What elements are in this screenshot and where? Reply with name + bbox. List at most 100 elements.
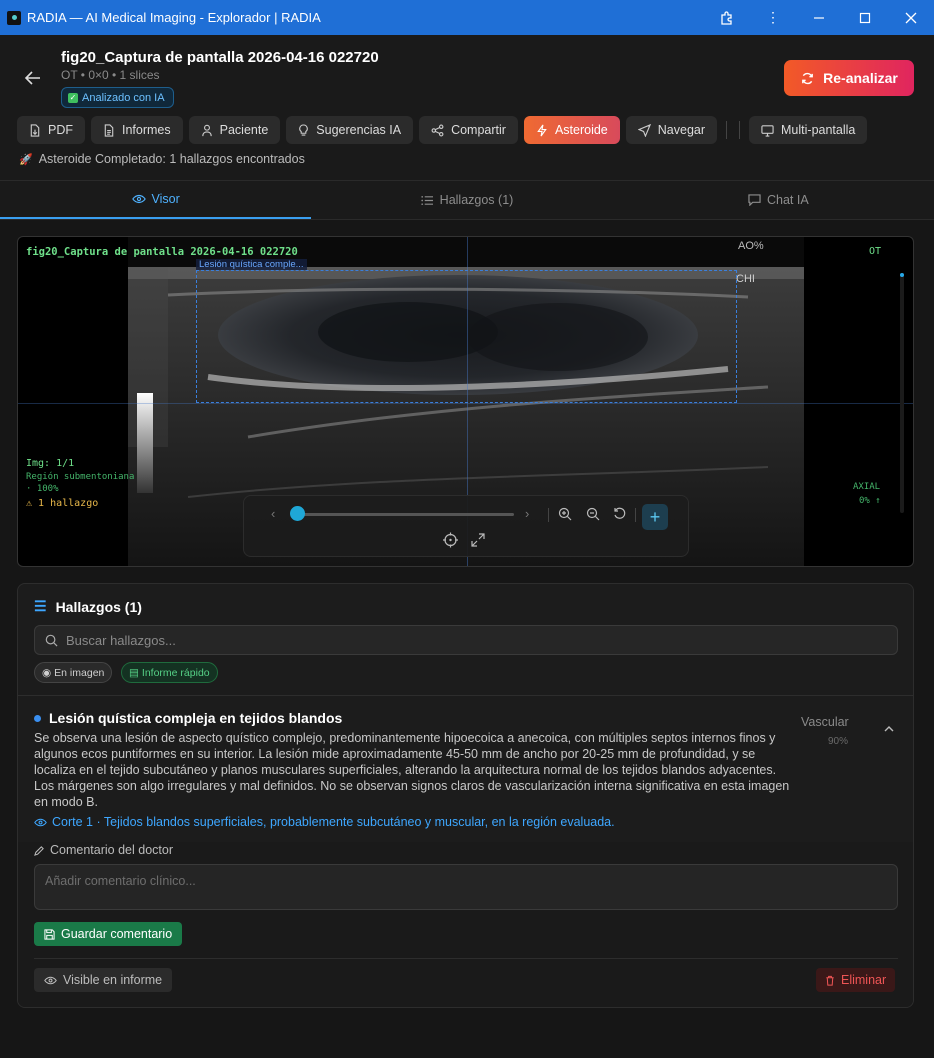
chat-icon <box>748 194 761 206</box>
window-title: RADIA — AI Medical Imaging - Explorador … <box>27 10 321 25</box>
save-comment-button[interactable]: Guardar comentario <box>34 922 183 946</box>
chevron-right-icon[interactable]: › <box>525 502 529 526</box>
crosshair-horizontal <box>18 403 913 404</box>
chip-quick-report[interactable]: ▤ Informe rápido <box>121 662 218 683</box>
finding-location-link[interactable]: Corte 1 · Tejidos blandos superficiales,… <box>34 815 615 829</box>
overlay-zoom: · 100% <box>26 484 59 494</box>
pencil-icon <box>34 845 44 856</box>
patient-button[interactable]: Paciente <box>188 116 281 144</box>
save-icon <box>44 928 55 940</box>
chevron-up-icon[interactable] <box>884 721 894 735</box>
search-input[interactable] <box>66 632 866 648</box>
detection-label: Lesión quística comple... <box>196 259 307 270</box>
slice-slider-handle[interactable] <box>290 506 305 521</box>
window-titlebar: RADIA — AI Medical Imaging - Explorador … <box>0 0 934 35</box>
chip-in-image[interactable]: ◉ En imagen <box>34 662 113 683</box>
overlay-findings-count: ⚠ 1 hallazgo <box>26 498 99 509</box>
delete-finding-button[interactable]: Eliminar <box>816 968 896 992</box>
study-title: fig20_Captura de pantalla 2026-04-16 022… <box>61 49 379 66</box>
comment-field[interactable] <box>34 864 898 910</box>
ai-analyzed-badge: ✓ Analizado con IA <box>61 87 174 108</box>
reanalyze-label: Re-analizar <box>823 70 898 86</box>
asteroid-button[interactable]: Asteroide <box>523 116 620 144</box>
findings-panel-title: ☰ Hallazgos (1) <box>34 598 142 615</box>
reset-icon[interactable] <box>613 502 627 534</box>
overlay-image-index: Img: 1/1 <box>26 458 75 469</box>
controls-divider <box>548 508 549 522</box>
overlay-plane-value: 0% ↑ <box>859 496 881 506</box>
trash-icon <box>826 975 834 986</box>
tab-findings[interactable]: Hallazgos (1) <box>311 181 622 219</box>
controls-divider <box>635 508 636 522</box>
findings-search[interactable] <box>34 625 898 655</box>
eye-icon: ◉ <box>42 666 52 679</box>
action-toolbar: PDF Informes Paciente Sugerencias IA Com… <box>17 116 868 144</box>
search-icon <box>45 634 58 646</box>
tab-viewer[interactable]: Visor <box>0 181 312 219</box>
send-icon <box>637 123 651 137</box>
share-button[interactable]: Compartir <box>419 116 518 144</box>
finding-description: Se observa una lesión de aspecto quístic… <box>34 731 790 809</box>
list-icon: ☰ <box>34 598 47 614</box>
extensions-icon[interactable] <box>704 0 750 35</box>
eye-icon <box>44 976 57 984</box>
document-icon <box>104 123 114 137</box>
zoom-in-icon[interactable] <box>558 502 572 534</box>
detection-box[interactable] <box>196 270 737 403</box>
tab-chat-ai[interactable]: Chat IA <box>623 181 934 219</box>
image-viewer[interactable]: AO% CHI Lesión quística comple... fig20_… <box>17 236 914 567</box>
visible-in-report-button[interactable]: Visible en informe <box>34 968 173 992</box>
panel-divider <box>18 695 913 696</box>
app-icon <box>7 10 21 25</box>
toolbar-divider <box>739 121 741 139</box>
navigate-button[interactable]: Navegar <box>625 116 718 144</box>
rocket-icon: 🚀 <box>19 153 33 166</box>
comment-label: Comentario del doctor <box>34 843 173 857</box>
overlay-region: Región submentoniana <box>26 472 135 482</box>
document-icon: ▤ <box>129 666 139 679</box>
add-annotation-button[interactable]: + <box>642 504 668 530</box>
finding-category: Vascular <box>801 715 849 729</box>
slice-slider-track[interactable] <box>299 513 514 516</box>
zoom-out-icon[interactable] <box>586 502 600 534</box>
study-metadata: OT • 0×0 • 1 slices <box>61 68 160 82</box>
grayscale-bar <box>137 393 153 493</box>
multi-screen-button[interactable]: Multi-pantalla <box>749 116 868 144</box>
crosshair-icon[interactable] <box>443 528 458 560</box>
user-icon <box>201 124 212 136</box>
pdf-button[interactable]: PDF <box>17 116 85 144</box>
list-icon <box>421 195 433 205</box>
overlay-modality: OT <box>869 246 882 257</box>
study-header: fig20_Captura de pantalla 2026-04-16 022… <box>0 35 934 180</box>
ai-badge-label: Analizado con IA <box>82 91 165 104</box>
comment-textarea[interactable] <box>45 874 887 900</box>
overlay-plane: AXIAL <box>853 482 881 492</box>
viewer-controls: ‹ › + <box>243 495 689 557</box>
minimize-button[interactable] <box>796 0 842 35</box>
lightbulb-icon <box>299 123 309 136</box>
fullscreen-icon[interactable] <box>471 528 485 560</box>
svg-text:CHI: CHI <box>736 273 755 285</box>
back-arrow-icon[interactable] <box>22 67 44 89</box>
maximize-button[interactable] <box>842 0 888 35</box>
view-tabs: Visor Hallazgos (1) Chat IA <box>0 180 934 220</box>
finding-title[interactable]: Lesión quística compleja en tejidos blan… <box>34 710 342 726</box>
slice-scroll-indicator[interactable] <box>900 273 904 513</box>
findings-panel: ☰ Hallazgos (1) ◉ En imagen ▤ Informe rá… <box>17 583 914 1008</box>
finding-confidence: 90% <box>828 736 849 747</box>
ai-suggestions-button[interactable]: Sugerencias IA <box>286 116 414 144</box>
reanalyze-button[interactable]: Re-analizar <box>784 60 914 96</box>
comment-section: Comentario del doctor Guardar comentario… <box>18 842 913 1007</box>
check-icon: ✓ <box>68 92 78 103</box>
refresh-icon <box>802 72 814 84</box>
chevron-left-icon[interactable]: ‹ <box>271 502 275 526</box>
close-button[interactable] <box>888 0 934 35</box>
menu-icon[interactable]: ⋮ <box>750 0 796 35</box>
eye-icon <box>34 818 47 826</box>
reports-button[interactable]: Informes <box>91 116 183 144</box>
bolt-icon <box>537 124 547 136</box>
share-icon <box>431 124 444 136</box>
monitor-icon <box>761 124 774 137</box>
toolbar-divider <box>726 121 728 139</box>
svg-text:AO%: AO% <box>738 240 764 252</box>
